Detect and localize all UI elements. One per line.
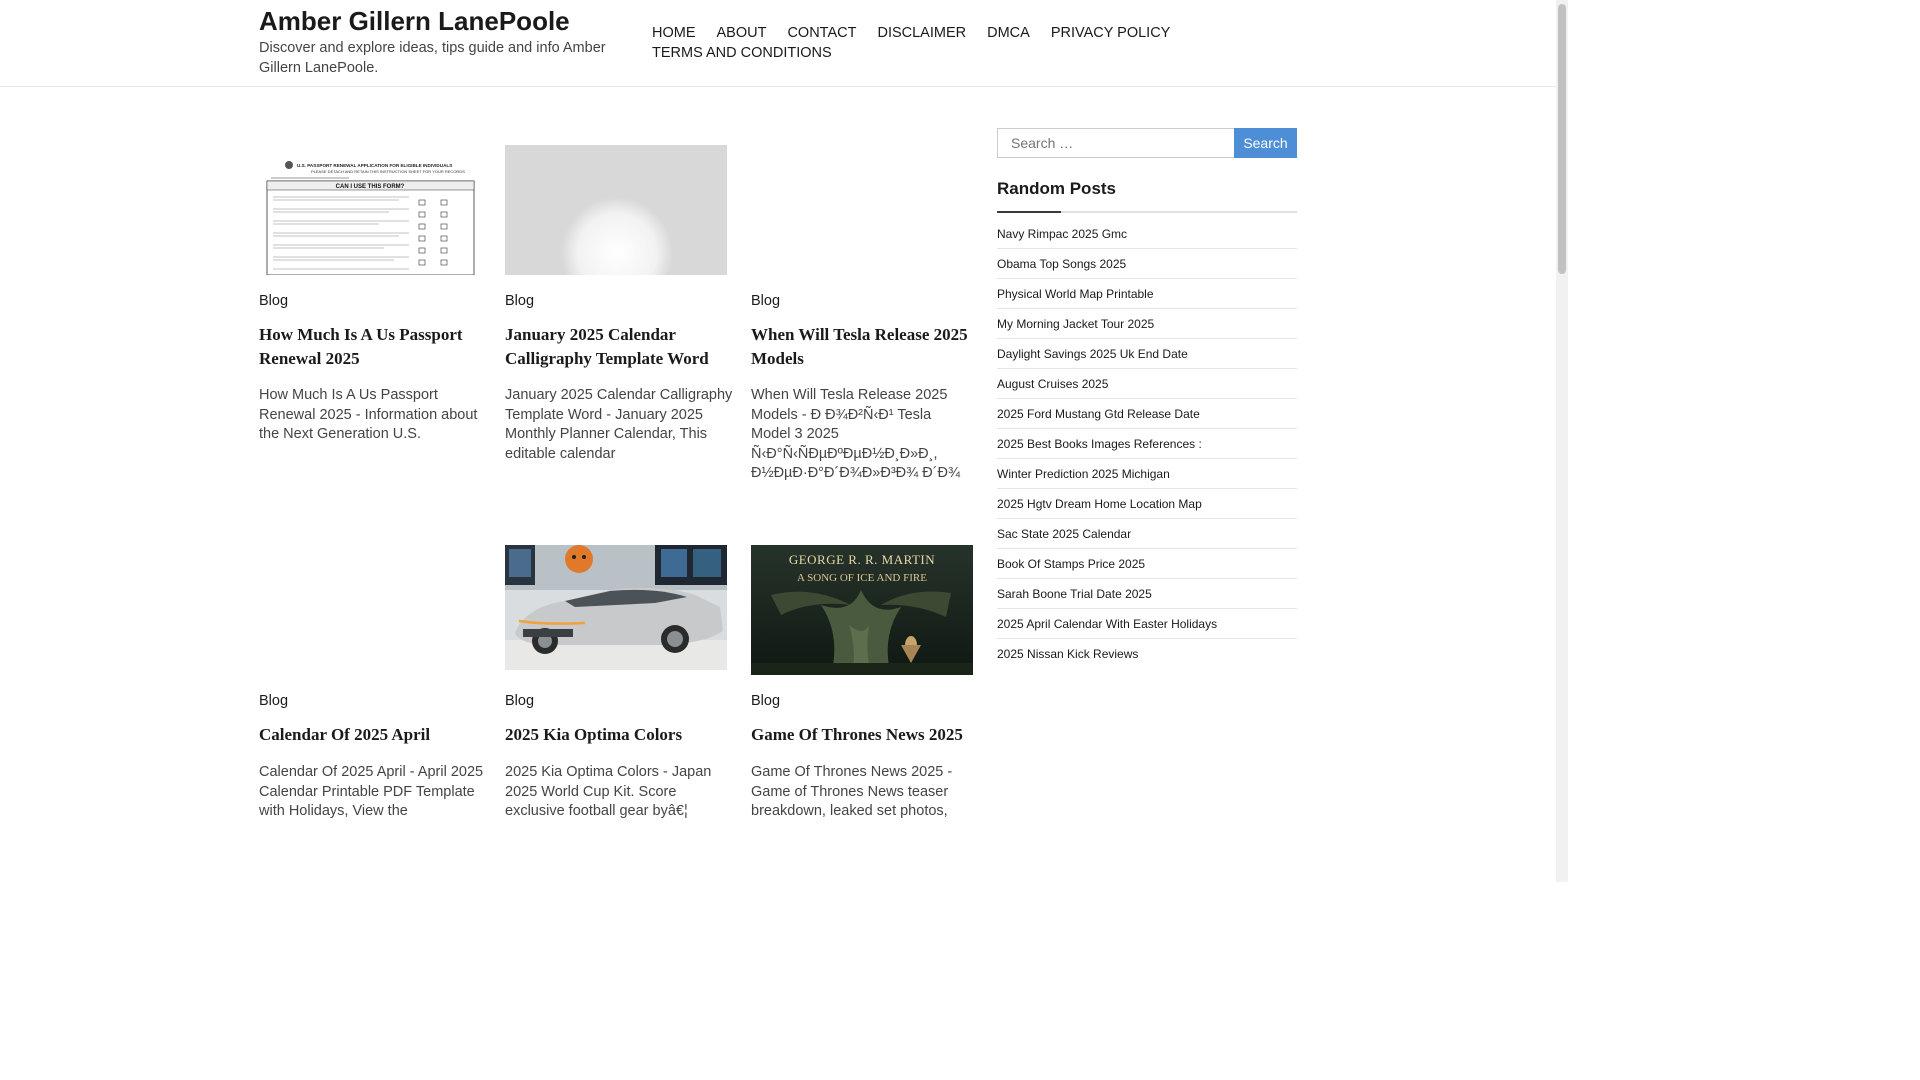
random-post-link[interactable]: 2025 Best Books Images References : [997,429,1297,459]
nav-about[interactable]: ABOUT [717,24,767,44]
post-excerpt: When Will Tesla Release 2025 Models - Ð … [751,387,961,481]
post-thumbnail-placeholder[interactable] [505,145,727,275]
random-post-link[interactable]: August Cruises 2025 [997,369,1297,399]
post-category[interactable]: Blog [505,293,534,309]
book-series: A SONG OF ICE AND FIRE [797,572,927,584]
random-posts-heading: Random Posts [997,179,1117,198]
random-post-link[interactable]: 2025 April Calendar With Easter Holidays [997,609,1297,639]
form-subheading: PLEASE DETACH AND RETAIN THIS INSTRUCTIO… [311,169,465,174]
post-title[interactable]: Calendar Of 2025 April [259,723,481,747]
search-button[interactable]: Search [1234,128,1297,158]
post-excerpt: 2025 Kia Optima Colors - Japan 2025 Worl… [505,764,712,819]
random-post-link[interactable]: Physical World Map Printable [997,279,1297,309]
vertical-scrollbar[interactable] [1556,0,1568,882]
nav-privacy-policy[interactable]: PRIVACY POLICY [1051,24,1171,44]
form-heading: U.S. PASSPORT RENEWAL APPLICATION FOR EL… [297,163,452,168]
post-thumbnail-kia-car[interactable] [505,545,727,670]
random-post-link[interactable]: Daylight Savings 2025 Uk End Date [997,339,1297,369]
site-description: Discover and explore ideas, tips guide a… [259,40,606,76]
random-post-link[interactable]: Sarah Boone Trial Date 2025 [997,579,1297,609]
post-excerpt: How Much Is A Us Passport Renewal 2025 -… [259,387,478,442]
main-navigation: HOME ABOUT CONTACT DISCLAIMER DMCA PRIVACY PO… [652,24,1192,63]
post-category[interactable]: Blog [259,293,288,309]
post-thumbnail-passport-form[interactable]: U.S. PASSPORT RENEWAL APPLICATION FOR EL… [259,145,481,275]
book-cover-image: GEORGE R. R. MARTIN A SONG OF ICE AND FI… [751,545,973,675]
random-post-link[interactable]: 2025 Ford Mustang Gtd Release Date [997,399,1297,429]
blurred-image [561,197,673,275]
search-input[interactable] [997,128,1235,158]
nav-dmca[interactable]: DMCA [987,24,1030,44]
random-post-link[interactable]: 2025 Nissan Kick Reviews [997,639,1297,669]
scrollbar-thumb[interactable] [1558,4,1566,274]
post-category[interactable]: Blog [751,693,780,709]
post-excerpt: January 2025 Calendar Calligraphy Templa… [505,387,733,462]
book-author: GEORGE R. R. MARTIN [789,552,935,567]
random-post-link[interactable]: Book Of Stamps Price 2025 [997,549,1297,579]
nav-disclaimer[interactable]: DISCLAIMER [877,24,966,44]
nav-terms-and-conditions[interactable]: TERMS AND CONDITIONS [652,44,832,64]
post-title[interactable]: January 2025 Calendar Calligraphy Templa… [505,323,727,370]
post-title[interactable]: When Will Tesla Release 2025 Models [751,323,973,370]
post-title[interactable]: How Much Is A Us Passport Renewal 2025 [259,323,481,370]
random-post-link[interactable]: Sac State 2025 Calendar [997,519,1297,549]
random-posts-divider [997,211,1297,213]
random-post-link[interactable]: 2025 Hgtv Dream Home Location Map [997,489,1297,519]
site-header: Amber Gillern LanePoole Discover and exp… [0,0,1556,87]
random-post-link[interactable]: Navy Rimpac 2025 Gmc [997,219,1297,249]
random-post-link[interactable]: My Morning Jacket Tour 2025 [997,309,1297,339]
post-category[interactable]: Blog [259,693,288,709]
post-title[interactable]: Game Of Thrones News 2025 [751,723,973,747]
post-title[interactable]: 2025 Kia Optima Colors [505,723,727,747]
post-category[interactable]: Blog [505,693,534,709]
post-excerpt: Calendar Of 2025 April - April 2025 Cale… [259,764,484,819]
random-post-link[interactable]: Winter Prediction 2025 Michigan [997,459,1297,489]
random-posts-list: Navy Rimpac 2025 Gmc Obama Top Songs 202… [997,219,1297,669]
nav-contact[interactable]: CONTACT [787,24,856,44]
post-thumbnail-book-cover[interactable]: GEORGE R. R. MARTIN A SONG OF ICE AND FI… [751,545,973,675]
random-post-link[interactable]: Obama Top Songs 2025 [997,249,1297,279]
form-question: CAN I USE THIS FORM? [336,184,405,190]
nav-home[interactable]: HOME [652,24,696,44]
passport-form-image: U.S. PASSPORT RENEWAL APPLICATION FOR EL… [266,161,475,275]
site-title[interactable]: Amber Gillern LanePoole [259,6,570,37]
post-excerpt: Game Of Thrones News 2025 - Game of Thro… [751,764,953,819]
kia-car-image [505,545,727,670]
post-category[interactable]: Blog [751,293,780,309]
